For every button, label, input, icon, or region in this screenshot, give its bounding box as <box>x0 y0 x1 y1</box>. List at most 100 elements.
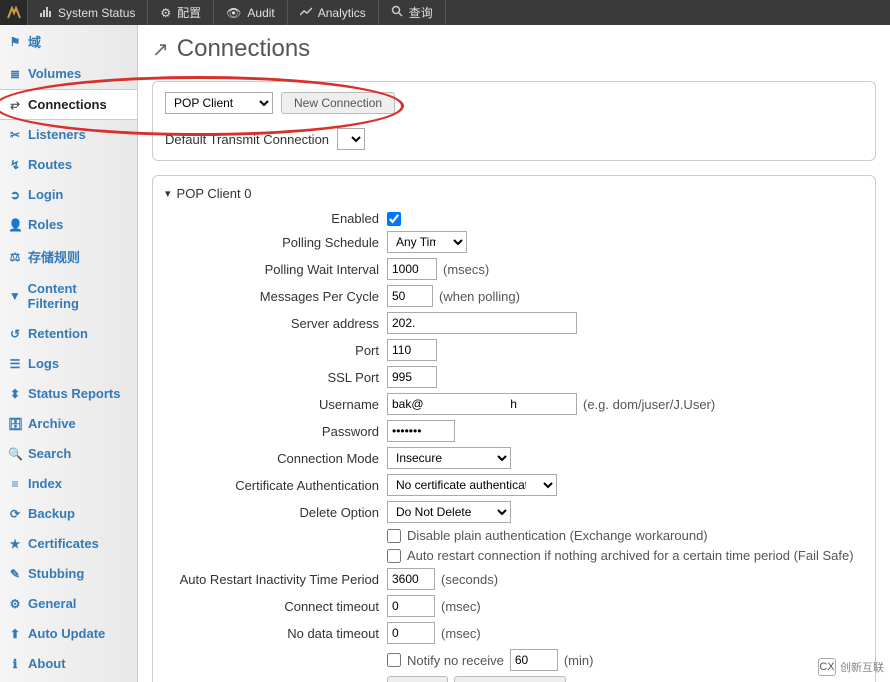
list-icon: ☰ <box>8 357 22 371</box>
sidebar-item-listeners[interactable]: ✂Listeners <box>0 120 137 150</box>
server-address-input[interactable] <box>387 312 577 334</box>
connect-timeout-input[interactable] <box>387 595 435 617</box>
polling-schedule-select[interactable]: Any Time <box>387 231 467 253</box>
sidebar-item-login[interactable]: ➲ Login <box>0 180 137 210</box>
connection-type-select[interactable]: POP Client <box>165 92 273 114</box>
sidebar-item-label: Archive <box>28 416 76 431</box>
info-icon: ℹ <box>8 657 22 671</box>
sidebar-item-volumes[interactable]: ≣Volumes <box>0 59 137 89</box>
disk-icon: ≣ <box>8 67 22 81</box>
disable-plain-auth-checkbox[interactable] <box>387 529 401 543</box>
search-icon: 🔍 <box>8 447 22 461</box>
watermark-text: 创新互联 <box>840 659 884 675</box>
nav-label: Audit <box>247 6 274 20</box>
sidebar-item-connections[interactable]: ⥂Connections <box>0 89 137 120</box>
chart-icon <box>300 6 312 20</box>
enabled-label: Enabled <box>165 211 387 226</box>
connection-toolbar-panel: POP Client New Connection Default Transm… <box>152 81 876 161</box>
polling-schedule-label: Polling Schedule <box>165 235 387 250</box>
connection-detail-panel: ▾ POP Client 0 Enabled Polling Schedule … <box>152 175 876 682</box>
connection-mode-select[interactable]: Insecure <box>387 447 511 469</box>
server-address-label: Server address <box>165 316 387 331</box>
nav-label: Analytics <box>318 6 366 20</box>
nav-query[interactable]: 查询 <box>379 0 446 25</box>
default-transmit-select[interactable] <box>337 128 365 150</box>
sidebar-item-label: General <box>28 596 76 611</box>
nav-config[interactable]: ⚙ 配置 <box>148 0 214 25</box>
route-icon: ↯ <box>8 158 22 172</box>
connection-mode-label: Connection Mode <box>165 451 387 466</box>
ssl-port-input[interactable] <box>387 366 437 388</box>
sidebar-item-backup[interactable]: ⟳Backup <box>0 499 137 529</box>
eye-icon: 👁 <box>226 6 241 20</box>
watermark-icon: CX <box>818 658 836 676</box>
polling-wait-label: Polling Wait Interval <box>165 262 387 277</box>
index-icon: ≡ <box>8 477 22 491</box>
auto-restart-tp-label: Auto Restart Inactivity Time Period <box>165 572 387 587</box>
sidebar-item-archive[interactable]: 🗄Archive <box>0 409 137 439</box>
nav-audit[interactable]: 👁 Audit <box>214 0 288 25</box>
password-label: Password <box>165 424 387 439</box>
sidebar-item-index[interactable]: ≡Index <box>0 469 137 499</box>
sidebar-item-label: Login <box>28 187 63 202</box>
sidebar-item-storage-rules[interactable]: ⚖存储规则 <box>0 240 137 274</box>
username-input[interactable] <box>387 393 577 415</box>
sidebar-item-content-filtering[interactable]: ▼Content Filtering <box>0 274 137 319</box>
cert-icon: ★ <box>8 537 22 551</box>
port-input[interactable] <box>387 339 437 361</box>
sidebar-item-domain[interactable]: ⚑域 <box>0 25 137 59</box>
test-connection-button[interactable]: Test Connection <box>454 676 566 682</box>
scale-icon: ⚖ <box>8 250 22 264</box>
notify-no-receive-unit: (min) <box>564 653 594 668</box>
sidebar-item-auto-update[interactable]: ⬆Auto Update <box>0 619 137 649</box>
port-label: Port <box>165 343 387 358</box>
sidebar-item-label: Backup <box>28 506 75 521</box>
external-link-icon: ↗ <box>152 37 169 62</box>
top-nav: System Status ⚙ 配置 👁 Audit Analytics 查询 <box>0 0 890 25</box>
delete-button[interactable]: Delete <box>387 676 448 682</box>
watermark: CX 创新互联 <box>818 658 884 676</box>
notify-no-receive-checkbox[interactable] <box>387 653 401 667</box>
nodata-timeout-unit: (msec) <box>441 626 481 641</box>
username-hint: (e.g. dom/juser/J.User) <box>583 397 715 412</box>
nodata-timeout-input[interactable] <box>387 622 435 644</box>
link-icon: ⥂ <box>8 97 22 112</box>
auto-restart-tp-unit: (seconds) <box>441 572 498 587</box>
delete-option-select[interactable]: Do Not Delete <box>387 501 511 523</box>
cert-auth-label: Certificate Authentication <box>165 478 387 493</box>
sidebar-item-general[interactable]: ⚙ General <box>0 589 137 619</box>
login-icon: ➲ <box>8 188 22 202</box>
auto-restart-label: Auto restart connection if nothing archi… <box>407 548 854 563</box>
section-header[interactable]: ▾ POP Client 0 <box>165 186 863 201</box>
stub-icon: ✎ <box>8 567 22 581</box>
page-title-text: Connections <box>177 35 310 63</box>
nav-system-status[interactable]: System Status <box>28 0 148 25</box>
flag-icon: ⚑ <box>8 35 22 49</box>
sidebar-item-retention[interactable]: ↺Retention <box>0 319 137 349</box>
sidebar-item-label: Auto Update <box>28 626 105 641</box>
sidebar-item-certificates[interactable]: ★ Certificates <box>0 529 137 559</box>
sidebar-item-label: Certificates <box>28 536 99 551</box>
sidebar-item-logs[interactable]: ☰Logs <box>0 349 137 379</box>
auto-restart-checkbox[interactable] <box>387 549 401 563</box>
cert-auth-select[interactable]: No certificate authentication <box>387 474 557 496</box>
sidebar-item-roles[interactable]: 👤Roles <box>0 210 137 240</box>
auto-restart-tp-input[interactable] <box>387 568 435 590</box>
polling-wait-input[interactable] <box>387 258 437 280</box>
nav-label: 查询 <box>409 4 433 21</box>
sidebar-item-status-reports[interactable]: ⬍Status Reports <box>0 379 137 409</box>
password-input[interactable] <box>387 420 455 442</box>
new-connection-button[interactable]: New Connection <box>281 92 395 114</box>
sidebar-item-stubbing[interactable]: ✎Stubbing <box>0 559 137 589</box>
sidebar-item-search[interactable]: 🔍Search <box>0 439 137 469</box>
enabled-checkbox[interactable] <box>387 212 401 226</box>
sidebar-item-routes[interactable]: ↯Routes <box>0 150 137 180</box>
sidebar-item-about[interactable]: ℹAbout <box>0 649 137 679</box>
notify-no-receive-input[interactable] <box>510 649 558 671</box>
nav-analytics[interactable]: Analytics <box>288 0 379 25</box>
gear-icon: ⚙ <box>8 597 22 611</box>
messages-per-cycle-input[interactable] <box>387 285 433 307</box>
nav-label: 配置 <box>177 4 201 21</box>
disable-plain-auth-label: Disable plain authentication (Exchange w… <box>407 528 708 543</box>
nav-label: System Status <box>58 6 135 20</box>
